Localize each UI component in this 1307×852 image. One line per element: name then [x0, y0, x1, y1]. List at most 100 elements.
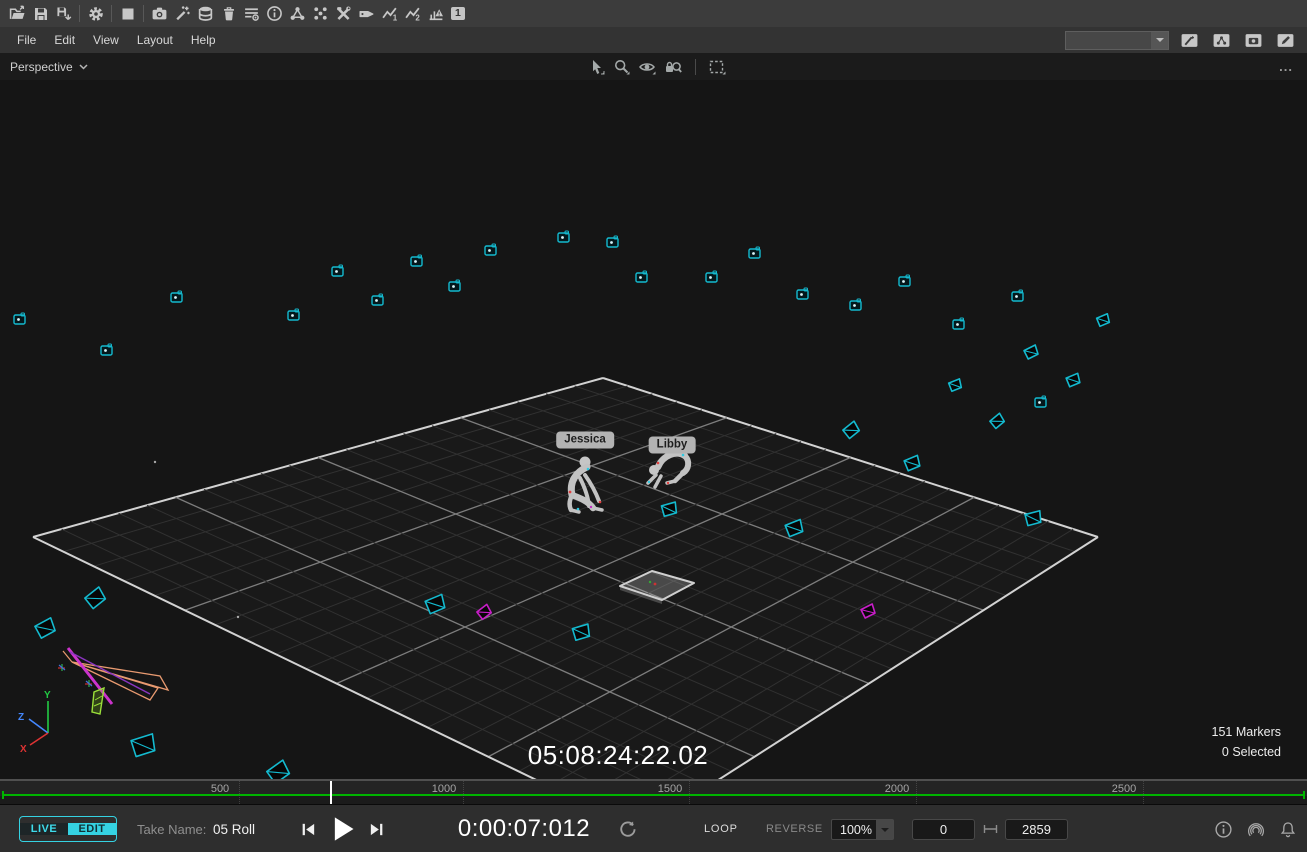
- camera-marker[interactable]: [749, 247, 760, 258]
- viewport-3d[interactable]: Perspective ...: [0, 53, 1307, 779]
- camera-marker[interactable]: [797, 288, 808, 299]
- reverse-toggle[interactable]: REVERSE: [766, 805, 823, 852]
- data-streaming-icon[interactable]: [194, 2, 217, 25]
- rigid-body-marker[interactable]: [1066, 373, 1081, 388]
- select-cursor-icon[interactable]: [588, 58, 606, 76]
- stop-rectangle-icon[interactable]: [116, 2, 139, 25]
- marquee-select-icon[interactable]: [708, 58, 727, 76]
- rigid-body-marker[interactable]: [35, 618, 56, 639]
- camera-icon[interactable]: [148, 2, 171, 25]
- main-toolbar: 1 2 1: [0, 0, 1307, 27]
- rigid-body-marker[interactable]: [1096, 313, 1110, 327]
- camera-marker[interactable]: [607, 236, 618, 247]
- broadcast-icon[interactable]: [1246, 820, 1266, 839]
- take-name-value[interactable]: 05 Roll: [213, 805, 255, 852]
- range-end-input[interactable]: [1005, 819, 1068, 840]
- camera-marker[interactable]: [850, 299, 861, 310]
- save-icon[interactable]: [29, 2, 52, 25]
- skip-to-start-button[interactable]: [300, 805, 317, 852]
- delete-bin-icon[interactable]: [217, 2, 240, 25]
- rigid-body-marker[interactable]: [948, 378, 962, 392]
- rigid-body-marker[interactable]: [83, 586, 107, 610]
- panel-builder-icon[interactable]: [1210, 29, 1233, 52]
- graph-1-icon[interactable]: 1: [378, 2, 401, 25]
- timeline-tick-mark: [239, 781, 240, 804]
- camera-marker[interactable]: [636, 271, 647, 282]
- camera-marker[interactable]: [288, 309, 299, 320]
- panel-edit-icon[interactable]: [1274, 29, 1297, 52]
- live-mode-button[interactable]: LIVE: [20, 823, 68, 835]
- skeleton-label-jessica[interactable]: Jessica: [556, 432, 614, 449]
- camera-marker[interactable]: [372, 294, 383, 305]
- menu-edit[interactable]: Edit: [45, 33, 84, 47]
- camera-marker[interactable]: [171, 291, 182, 302]
- view-selector[interactable]: Perspective: [0, 60, 88, 74]
- rigid-body-marker[interactable]: [1024, 345, 1038, 359]
- rigid-body-marker[interactable]: [989, 413, 1006, 430]
- scene-canvas[interactable]: Y Z X: [0, 53, 1307, 779]
- menu-help[interactable]: Help: [182, 33, 225, 47]
- zoom-lock-icon[interactable]: [664, 58, 683, 76]
- info-icon[interactable]: [1214, 820, 1233, 839]
- layout-dropdown[interactable]: [1065, 31, 1169, 50]
- save-increment-icon[interactable]: [52, 2, 75, 25]
- camera-marker[interactable]: [1035, 396, 1046, 407]
- menu-view[interactable]: View: [84, 33, 128, 47]
- camera-marker[interactable]: [558, 231, 569, 242]
- chevron-down-icon[interactable]: [876, 820, 893, 839]
- calibration-wand-icon[interactable]: [171, 2, 194, 25]
- camera-marker[interactable]: [101, 344, 112, 355]
- camera-marker[interactable]: [1012, 290, 1023, 301]
- camera-marker[interactable]: [332, 265, 343, 276]
- timeline-playhead[interactable]: [330, 781, 332, 804]
- camera-marker[interactable]: [449, 280, 460, 291]
- list-settings-icon[interactable]: [240, 2, 263, 25]
- graph-2-icon[interactable]: 2: [401, 2, 424, 25]
- camera-marker[interactable]: [706, 271, 717, 282]
- open-file-icon[interactable]: [6, 2, 29, 25]
- panel-camera-icon[interactable]: [1242, 29, 1265, 52]
- play-button[interactable]: [330, 805, 356, 852]
- skeleton-label-libby[interactable]: Libby: [649, 437, 696, 454]
- axis-y-label: Y: [44, 690, 51, 701]
- timeline-tick-mark: [689, 781, 690, 804]
- playback-speed-select[interactable]: 100%: [831, 819, 894, 840]
- notifications-bell-icon[interactable]: [1279, 820, 1297, 839]
- scene-timecode: 05:08:24:22.02: [528, 740, 709, 771]
- edit-mode-button[interactable]: EDIT: [68, 823, 116, 835]
- menu-layout[interactable]: Layout: [128, 33, 182, 47]
- range-start-input[interactable]: [912, 819, 975, 840]
- info-icon[interactable]: [263, 2, 286, 25]
- rigid-body-marker[interactable]: [842, 421, 861, 440]
- visibility-eye-icon[interactable]: [638, 58, 657, 76]
- refresh-cycle-icon[interactable]: [618, 805, 638, 852]
- builder-network-icon[interactable]: [286, 2, 309, 25]
- status-badge[interactable]: 1: [451, 7, 465, 20]
- timeline-ruler[interactable]: 5001000150020002500: [0, 779, 1307, 804]
- rigid-body-marker[interactable]: [129, 731, 158, 760]
- chevron-down-icon[interactable]: [1151, 32, 1168, 49]
- loop-toggle[interactable]: LOOP: [704, 805, 738, 852]
- camera-marker[interactable]: [14, 313, 25, 324]
- rigid-body-marker[interactable]: [265, 759, 290, 779]
- labeling-tag-icon[interactable]: [355, 2, 378, 25]
- menu-file[interactable]: File: [8, 33, 45, 47]
- camera-marker[interactable]: [411, 255, 422, 266]
- zoom-magnifier-icon[interactable]: [613, 58, 631, 76]
- viewport-toolbar-separator: [695, 59, 696, 75]
- panel-wand-icon[interactable]: [1178, 29, 1201, 52]
- view-selector-label: Perspective: [10, 60, 73, 74]
- settings-gear-icon[interactable]: [84, 2, 107, 25]
- rigid-body-marker[interactable]: [903, 454, 920, 471]
- tools-icon[interactable]: [332, 2, 355, 25]
- markers-scatter-icon[interactable]: [309, 2, 332, 25]
- log-warning-icon[interactable]: [424, 2, 447, 25]
- skip-to-end-button[interactable]: [368, 805, 385, 852]
- timeline-tick-label: 1500: [658, 783, 682, 795]
- viewport-overflow-menu[interactable]: ...: [1279, 53, 1293, 80]
- chevron-down-icon: [79, 64, 88, 70]
- live-edit-toggle[interactable]: LIVE EDIT: [19, 816, 117, 842]
- camera-marker[interactable]: [953, 318, 964, 329]
- camera-marker[interactable]: [485, 244, 496, 255]
- camera-marker[interactable]: [899, 275, 910, 286]
